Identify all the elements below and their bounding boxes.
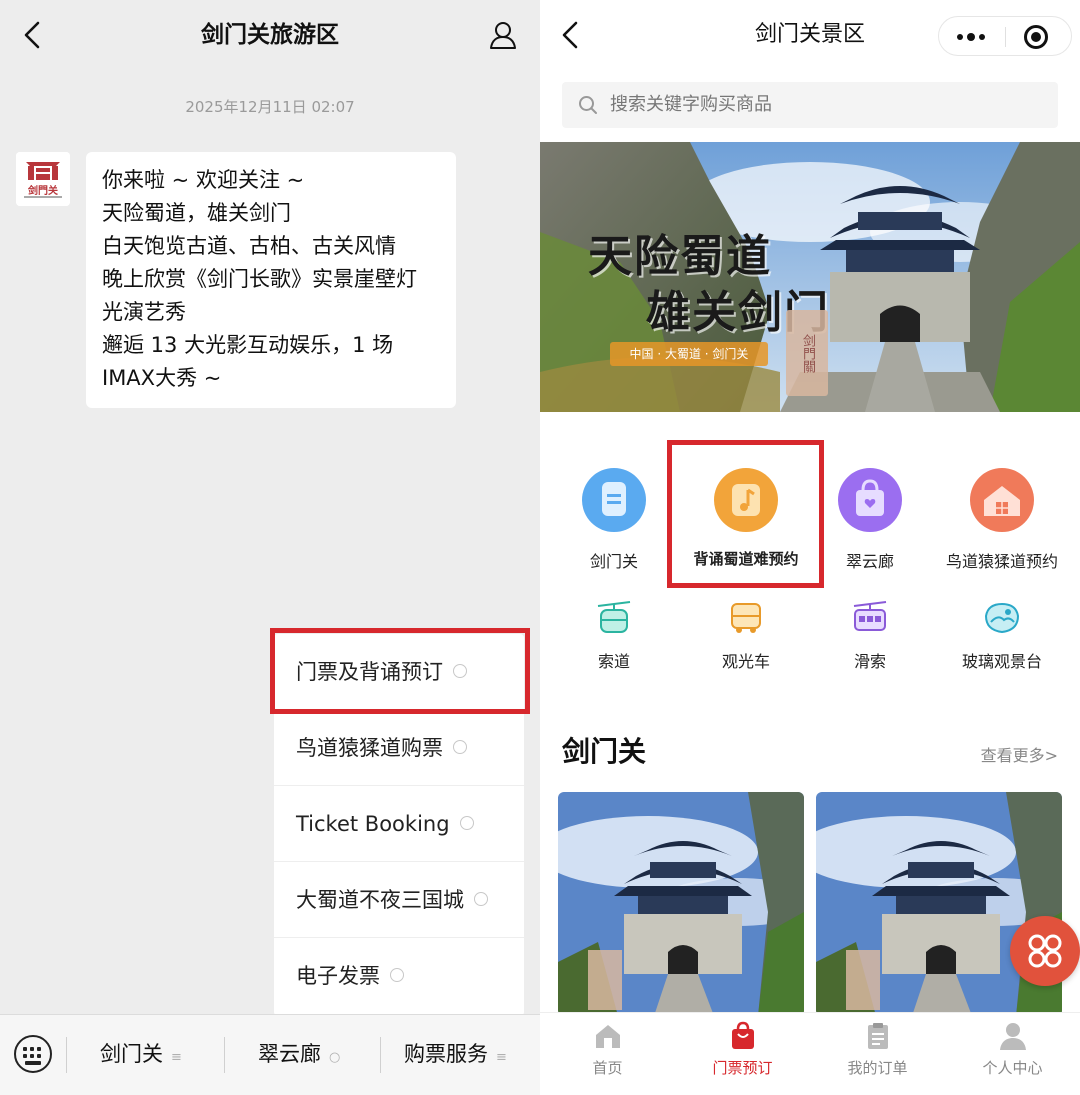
user-profile-icon[interactable] [488, 20, 518, 50]
menu-tab-label: 剑门关 [100, 1042, 163, 1066]
banner-seal: 剑門關 [786, 310, 828, 396]
tab-personal-center[interactable]: 个人中心 [945, 1013, 1080, 1095]
grid-label: 索道 [597, 652, 630, 671]
menu-item-three-kingdoms-city[interactable]: 大蜀道不夜三国城 [274, 862, 524, 938]
house-icon [970, 468, 1034, 532]
chat-title: 剑门关旅游区 [201, 22, 339, 48]
section-title: 剑门关 [562, 735, 647, 768]
grid-label: 翠云廊 [845, 552, 894, 571]
link-icon [390, 968, 404, 982]
list-icon: ≡ [496, 1050, 507, 1065]
banner-subtitle: 中国 · 大蜀道 · 剑门关 [610, 342, 768, 366]
view-more-link[interactable]: 查看更多> [981, 742, 1058, 766]
document-icon [582, 468, 646, 532]
message-line: 你来啦 ~ 欢迎关注 ~ [102, 168, 305, 192]
close-mini-program-icon[interactable] [1024, 25, 1048, 49]
clipboard-icon [868, 1023, 888, 1049]
grid-label: 鸟道猿猱道预约 [945, 552, 1058, 571]
link-icon [459, 816, 474, 830]
link-icon [453, 740, 467, 754]
menu-item-e-invoice[interactable]: 电子发票 [274, 938, 524, 1014]
zipline-icon [853, 601, 887, 631]
search-placeholder: 搜索关键字购买商品 [610, 94, 772, 115]
shopping-bag-icon [732, 1021, 754, 1049]
chat-panel: 剑门关旅游区 2025年12月11日 02:07 剑門关 你来啦 ~ 欢迎关注 … [0, 0, 540, 1095]
menu-item-label: 鸟道猿猱道购票 [296, 736, 443, 760]
message-line: 光演艺秀 [102, 300, 186, 324]
search-icon [579, 96, 597, 114]
sightseeing-bus-icon [731, 603, 761, 633]
home-icon [596, 1025, 620, 1048]
mini-program-nav-bar: 剑门关景区 [540, 0, 1080, 70]
grid-label: 观光车 [721, 652, 770, 671]
grid-label: 玻璃观景台 [961, 652, 1042, 671]
message-line: 晚上欣赏《剑门长歌》实景崖壁灯 [102, 267, 417, 291]
message-line: 邂逅 13 大光影互动娱乐，1 场 [102, 333, 394, 357]
tab-label: 个人中心 [982, 1059, 1043, 1077]
menu-tab-ticket-service[interactable]: 购票服务 ≡ [404, 1015, 507, 1095]
tab-ticket-booking[interactable]: 门票预订 [675, 1013, 810, 1095]
menu-item-ticket-recitation-booking[interactable]: 门票及背诵预订 [274, 634, 524, 710]
grid-label: 背诵蜀道难预约 [693, 550, 799, 568]
message-line: IMAX大秀 ~ [102, 366, 222, 390]
chat-bubble-icon: ○ [329, 1050, 341, 1065]
menu-item-ticket-booking[interactable]: Ticket Booking [274, 786, 524, 862]
menu-tab-jianmenguan[interactable]: 剑门关 ≡ [100, 1015, 182, 1095]
logo-text: 剑門关 [28, 186, 58, 197]
jianmenguan-logo-icon [16, 152, 70, 206]
service-popup-menu: 门票及背诵预订 鸟道猿猱道购票 Ticket Booking 大蜀道不夜三国城 … [274, 634, 524, 1016]
mini-program-panel: 剑门关景区 搜索关键字购买商品 天险蜀道 雄关剑门 中国 · 大蜀道 · 剑门关… [540, 0, 1080, 1095]
link-icon [453, 664, 467, 678]
cable-car-icon [597, 601, 631, 633]
more-options-icon[interactable] [957, 33, 985, 41]
banner-slogan-line1: 天险蜀道 [588, 231, 772, 282]
official-account-avatar[interactable]: 剑門关 [16, 152, 70, 206]
product-search-bar[interactable]: 搜索关键字购买商品 [562, 82, 1058, 128]
tab-home[interactable]: 首页 [540, 1013, 675, 1095]
grid-label: 剑门关 [589, 552, 638, 571]
list-icon: ≡ [171, 1050, 182, 1065]
menu-item-label: 电子发票 [296, 964, 380, 988]
tab-my-orders[interactable]: 我的订单 [810, 1013, 945, 1095]
tab-label: 我的订单 [847, 1059, 908, 1077]
floating-menu-button[interactable] [1010, 916, 1080, 986]
chat-nav-bar: 剑门关旅游区 [0, 0, 540, 70]
message-line: 天险蜀道，雄关剑门 [102, 201, 291, 225]
scenic-banner[interactable]: 天险蜀道 雄关剑门 中国 · 大蜀道 · 剑门关 剑門關 [540, 142, 1080, 412]
menu-item-label: 门票及背诵预订 [296, 660, 443, 684]
bottom-tab-bar: 首页 门票预订 我的订单 个人中心 [540, 1012, 1080, 1095]
menu-item-bird-road-ticket[interactable]: 鸟道猿猱道购票 [274, 710, 524, 786]
shopping-bag-icon [838, 468, 902, 532]
menu-tab-label: 翠云廊 [258, 1042, 321, 1066]
mini-program-capsule [938, 16, 1072, 56]
tab-label: 首页 [592, 1059, 623, 1077]
tab-label: 门票预订 [712, 1059, 773, 1077]
menu-tab-label: 购票服务 [404, 1042, 488, 1066]
scenic-product-card[interactable] [558, 792, 804, 1016]
message-timestamp: 2025年12月11日 02:07 [185, 98, 355, 116]
music-icon [714, 468, 778, 532]
menu-item-label: 大蜀道不夜三国城 [296, 888, 464, 912]
grid-menu-icon [1028, 934, 1062, 968]
person-icon [1000, 1023, 1026, 1050]
glass-platform-icon [984, 602, 1020, 634]
keyboard-icon[interactable] [14, 1035, 52, 1073]
welcome-message-bubble: 你来啦 ~ 欢迎关注 ~ 天险蜀道，雄关剑门 白天饱览古道、古柏、古关风情 晚上… [86, 152, 456, 408]
message-line: 白天饱览古道、古柏、古关风情 [102, 234, 396, 258]
menu-item-label: Ticket Booking [296, 812, 450, 836]
account-menu-bar: 剑门关 ≡ 翠云廊 ○ 购票服务 ≡ [0, 1014, 540, 1095]
link-icon [474, 892, 488, 906]
menu-tab-cuiyunlang[interactable]: 翠云廊 ○ [258, 1015, 340, 1095]
grid-label: 滑索 [853, 652, 886, 671]
product-card-image [558, 792, 804, 1016]
